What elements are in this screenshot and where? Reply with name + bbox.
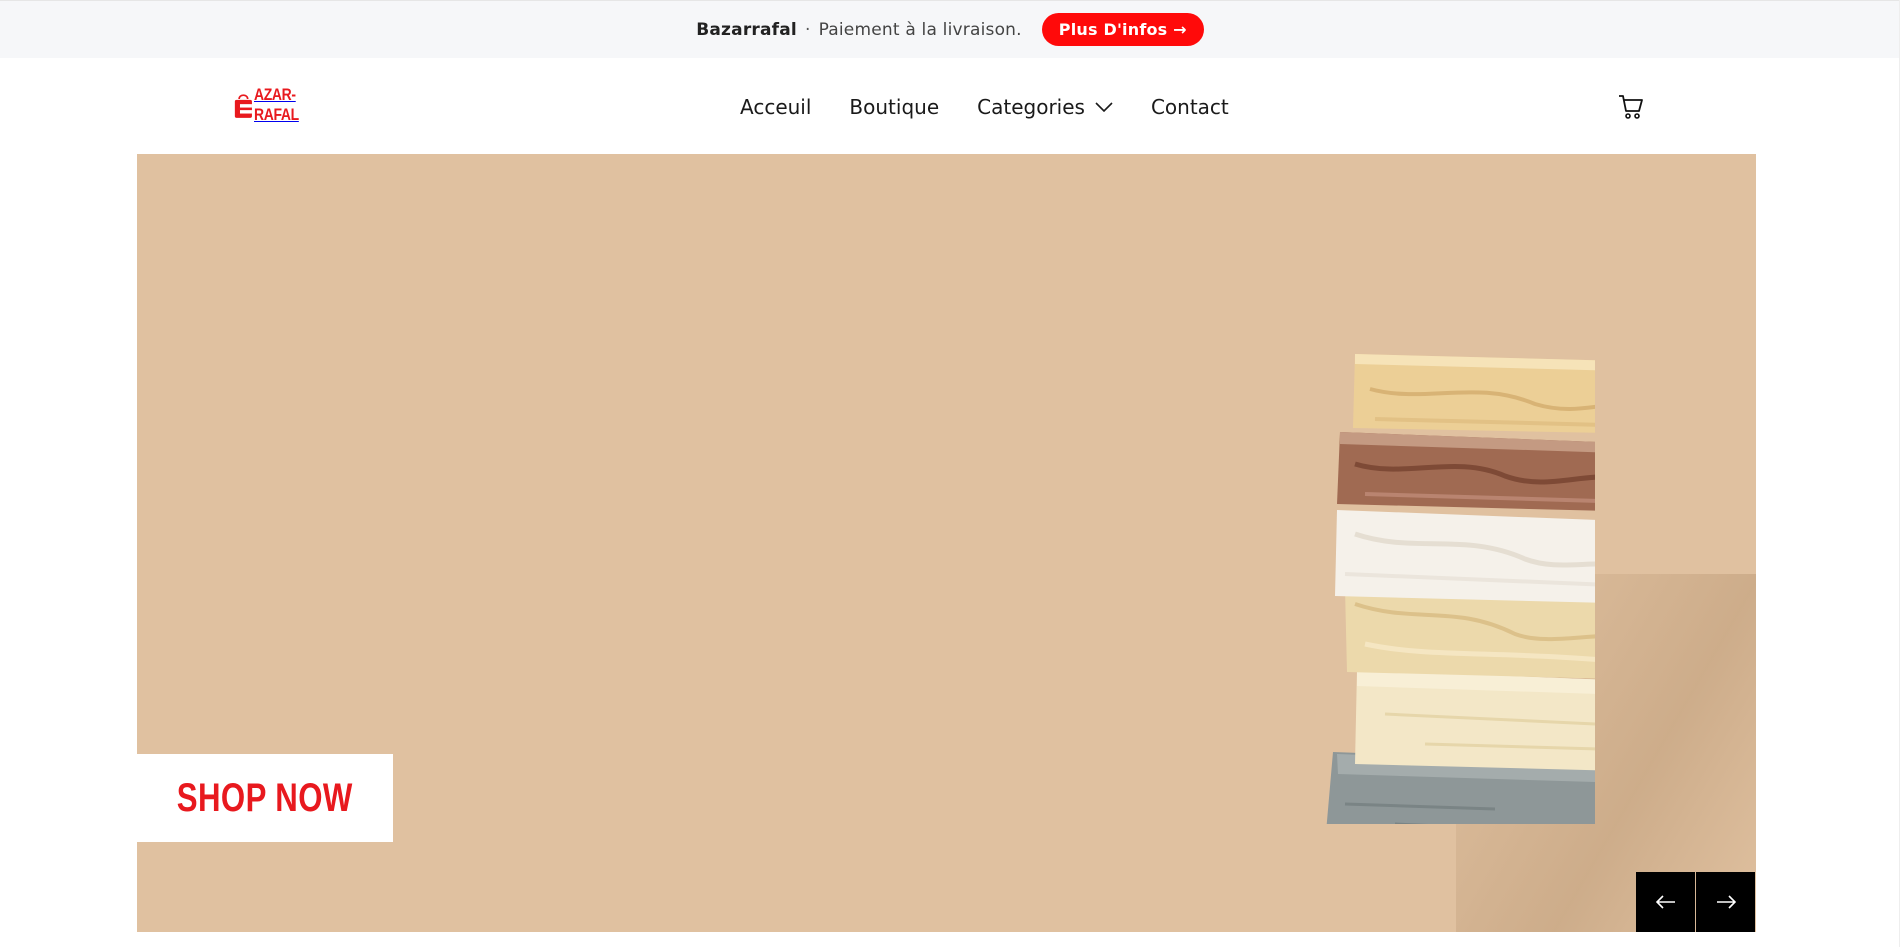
slider-prev-button[interactable] xyxy=(1636,872,1695,932)
slider-navigation xyxy=(1636,872,1755,932)
soap-stack-image xyxy=(1326,354,1595,824)
cart-icon xyxy=(1619,95,1643,119)
logo-text: AZAR-RAFAL xyxy=(253,85,299,124)
nav-item-categories[interactable]: Categories xyxy=(977,95,1113,119)
announcement-message: Paiement à la livraison. xyxy=(818,19,1022,40)
announcement-separator: · xyxy=(804,19,811,40)
page: Bazarrafal · Paiement à la livraison. Pl… xyxy=(0,0,1900,947)
shopping-bag-logo-icon xyxy=(234,94,252,118)
chevron-down-icon xyxy=(1095,102,1113,112)
shop-now-label: SHOP NOW xyxy=(177,775,353,820)
nav-item-acceuil[interactable]: Acceuil xyxy=(740,95,811,119)
main-nav: Acceuil Boutique Categories Contact xyxy=(740,92,1229,122)
announcement-bar: Bazarrafal · Paiement à la livraison. Pl… xyxy=(0,0,1900,58)
site-header: AZAR-RAFAL Acceuil Boutique Categories C… xyxy=(0,58,1900,154)
arrow-left-icon xyxy=(1655,895,1675,909)
arrow-right-icon xyxy=(1716,895,1736,909)
slider-next-button[interactable] xyxy=(1696,872,1755,932)
site-logo[interactable]: AZAR-RAFAL xyxy=(234,85,344,124)
cart-button[interactable] xyxy=(1618,94,1644,120)
nav-item-categories-label: Categories xyxy=(977,95,1085,119)
nav-item-contact[interactable]: Contact xyxy=(1151,95,1229,119)
announcement-brand: Bazarrafal xyxy=(696,19,797,40)
nav-item-boutique[interactable]: Boutique xyxy=(849,95,939,119)
shop-now-button[interactable]: SHOP NOW xyxy=(137,754,393,842)
more-info-button[interactable]: Plus D'infos → xyxy=(1041,13,1204,46)
